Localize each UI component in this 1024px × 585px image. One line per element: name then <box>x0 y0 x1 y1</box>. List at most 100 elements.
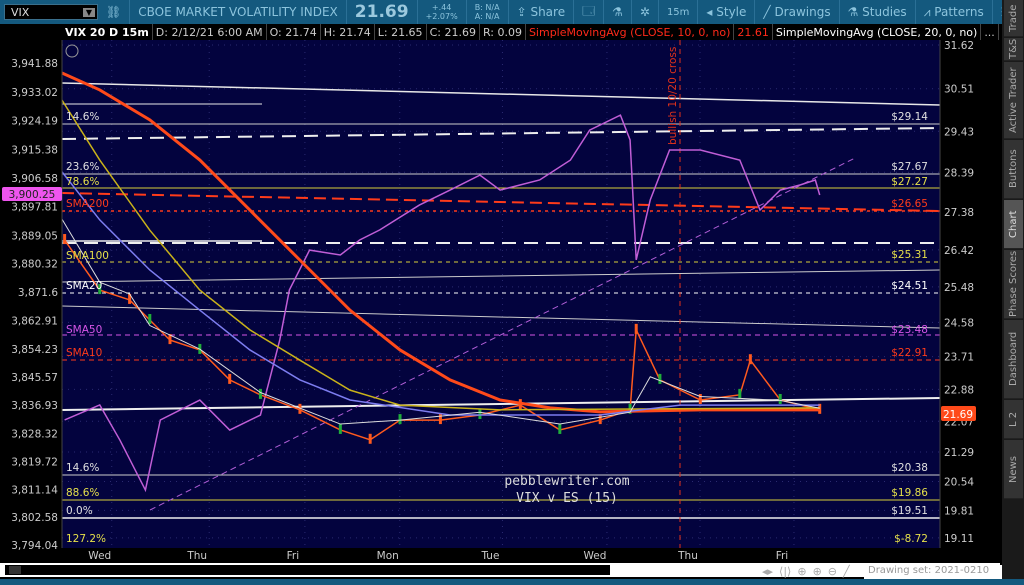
left-axis-tick: 3,862.91 <box>11 315 58 327</box>
left-axis-tick: 3,933.02 <box>11 87 58 99</box>
right-axis-tick: 29.43 <box>944 126 974 138</box>
level-label-left: 88.6% <box>66 487 99 499</box>
sidebar-tab-news[interactable]: News <box>1004 440 1023 499</box>
candle <box>63 234 67 245</box>
left-axis-tick: 3,880.32 <box>11 259 58 271</box>
bar-low: L: 21.65 <box>375 24 427 40</box>
bar-high: H: 21.74 <box>321 24 375 40</box>
candle <box>228 373 232 384</box>
sidebar-tab-trade[interactable]: Trade <box>1004 0 1023 37</box>
x-axis-tick: Fri <box>776 550 789 562</box>
plot-area <box>62 40 940 548</box>
crosshair-icon[interactable]: ⊕ <box>797 565 806 578</box>
right-sidebar: Trade T&S Active Trader Buttons Chart Phase S… <box>1002 0 1024 585</box>
level-label-right: $19.51 <box>891 505 928 517</box>
left-axis-tick: 3,871.6 <box>18 287 58 299</box>
candle <box>368 433 372 444</box>
candle <box>634 323 638 334</box>
bar-range: R: 0.09 <box>480 24 526 40</box>
level-label-left: SMA200 <box>66 198 109 210</box>
study-sma10[interactable]: SimpleMovingAvg (CLOSE, 10, 0, no) <box>526 24 735 40</box>
level-label-right: $27.67 <box>891 161 928 173</box>
level-label-right: $23.48 <box>891 324 928 336</box>
sidebar-tab-buttons[interactable]: Buttons <box>1004 140 1023 199</box>
level-label-right: $29.14 <box>891 111 928 123</box>
candle <box>558 423 562 434</box>
sidebar-tab-l-2[interactable]: L 2 <box>1004 400 1023 439</box>
left-axis-tick: 3,811.14 <box>11 484 58 496</box>
draw-line-icon[interactable]: ╱ <box>843 565 850 578</box>
x-axis-tick: Thu <box>186 550 207 562</box>
es-price-marker-text: 3,900.25 <box>9 189 56 201</box>
drawing-set-selector[interactable]: Drawing set: 2021-0210 <box>864 565 1002 579</box>
left-axis-tick: 3,836.93 <box>11 400 58 412</box>
candle <box>258 388 262 399</box>
arrows-icon[interactable]: ◂▸ <box>762 565 773 578</box>
left-axis-tick: 3,794.04 <box>11 540 58 552</box>
level-label-left: 0.0% <box>66 505 93 517</box>
level-label-left: 14.6% <box>66 462 99 474</box>
zoom-in-icon[interactable]: ⊕ <box>813 565 822 578</box>
right-axis-tick: 19.11 <box>944 533 974 545</box>
sidebar-tab-dashboard[interactable]: Dashboard <box>1004 320 1023 399</box>
candle <box>478 408 482 419</box>
candle <box>778 393 782 404</box>
level-label-right: $24.51 <box>891 280 928 292</box>
right-axis-tick: 23.71 <box>944 352 974 364</box>
horizontal-scrollbar[interactable] <box>0 563 1000 577</box>
zoom-out-icon[interactable]: ⊖ <box>828 565 837 578</box>
left-axis-tick: 3,828.32 <box>11 428 58 440</box>
right-axis-tick: 26.42 <box>944 245 974 257</box>
cross-annotation: bullish 10/20 cross <box>667 47 679 145</box>
vix-price-marker-text: 21.69 <box>943 409 973 421</box>
x-axis-tick: Tue <box>480 550 499 562</box>
chart-title: VIX 20 D 15m <box>62 24 153 40</box>
more-studies[interactable]: ... <box>981 24 999 40</box>
sidebar-tab-chart[interactable]: Chart <box>1004 200 1023 249</box>
pan-icon[interactable]: ⟨|⟩ <box>779 565 791 578</box>
level-label-right: $25.31 <box>891 249 928 261</box>
x-axis-tick: Wed <box>583 550 606 562</box>
level-label-left: SMA100 <box>66 250 109 262</box>
left-axis-tick: 3,854.23 <box>11 344 58 356</box>
level-label-left: 127.2% <box>66 533 106 545</box>
left-axis-tick: 3,819.72 <box>11 456 58 468</box>
study-sma20[interactable]: SimpleMovingAvg (CLOSE, 20, 0, no) <box>773 24 982 40</box>
right-axis-tick: 27.38 <box>944 207 974 219</box>
level-label-right: $27.27 <box>891 176 928 188</box>
price-chart[interactable]: bullish 10/20 cross 14.6% $29.14 23.6% $27.… <box>0 0 1002 563</box>
scrollbar-thumb[interactable] <box>9 566 21 574</box>
candle <box>698 393 702 404</box>
level-label-right: $19.86 <box>891 487 928 499</box>
bar-date: D: 2/12/21 6:00 AM <box>153 24 267 40</box>
left-axis-tick: 3,845.57 <box>11 372 58 384</box>
candle <box>148 314 152 325</box>
candle <box>338 423 342 434</box>
x-axis-tick: Wed <box>88 550 111 562</box>
right-axis-tick: 28.39 <box>944 167 974 179</box>
level-label-left: 78.6% <box>66 176 99 188</box>
left-axis-tick: 3,889.05 <box>11 230 58 242</box>
left-axis-tick: 3,941.88 <box>11 58 58 70</box>
left-axis-tick: 3,802.58 <box>11 512 58 524</box>
level-label-left: 23.6% <box>66 161 99 173</box>
left-axis-tick: 3,915.38 <box>11 144 58 156</box>
level-label-right: $22.91 <box>891 347 928 359</box>
candle <box>748 354 752 365</box>
x-axis-tick: Fri <box>287 550 300 562</box>
right-axis-tick: 24.58 <box>944 317 974 329</box>
sidebar-tab-t-s[interactable]: T&S <box>1004 38 1023 61</box>
right-axis-tick: 21.29 <box>944 447 974 459</box>
right-axis-tick: 20.54 <box>944 477 974 489</box>
sidebar-tab-active-trader[interactable]: Active Trader <box>1004 62 1023 139</box>
watermark-title: VIX v ES (15) <box>516 491 618 506</box>
level-label-right: $-8.72 <box>894 533 928 545</box>
bottom-bar <box>0 579 1024 585</box>
left-axis-tick: 3,924.19 <box>11 116 58 128</box>
study-sma10-value: 21.61 <box>734 24 773 40</box>
bar-close: C: 21.69 <box>427 24 480 40</box>
study-info-bar: VIX 20 D 15m D: 2/12/21 6:00 AM O: 21.74… <box>62 24 999 40</box>
chart-controls: ◂▸ ⟨|⟩ ⊕ ⊕ ⊖ ╱ <box>762 565 850 578</box>
x-axis-tick: Mon <box>377 550 399 562</box>
sidebar-tab-phase-scores[interactable]: Phase Scores <box>1004 250 1023 319</box>
